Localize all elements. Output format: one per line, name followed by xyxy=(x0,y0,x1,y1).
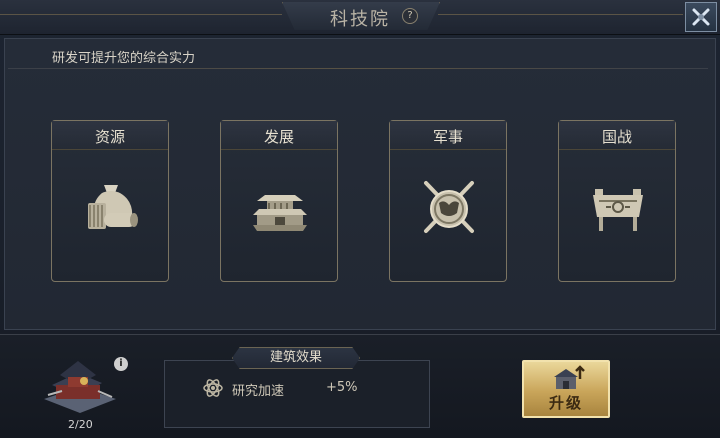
category-card-development[interactable]: 发展 xyxy=(220,120,338,282)
upgrade-label: 升级 xyxy=(548,394,583,412)
research-atom-icon xyxy=(203,379,223,397)
card-label: 国战 xyxy=(601,128,632,146)
category-card-national-war[interactable]: 国战 xyxy=(558,120,676,282)
close-icon xyxy=(692,8,710,26)
card-label: 发展 xyxy=(263,128,294,146)
building-level: 2/20 xyxy=(68,418,93,431)
effect-value: +5% xyxy=(326,380,358,395)
upgrade-building-icon xyxy=(554,365,585,389)
help-icon[interactable]: ? xyxy=(402,8,418,24)
effect-name: 研究加速 xyxy=(232,384,285,399)
category-card-resources[interactable]: 资源 xyxy=(51,120,169,282)
title-ornament-left xyxy=(0,14,282,15)
crossed-swords-shield-icon xyxy=(424,181,474,233)
effect-header: 建筑效果 xyxy=(232,347,360,369)
divider xyxy=(8,68,708,69)
upgrade-button[interactable]: 升级 xyxy=(522,360,610,418)
card-label: 军事 xyxy=(432,128,463,146)
bronze-cauldron-icon xyxy=(593,189,643,231)
window-title: 科技院 xyxy=(330,9,390,30)
card-label: 资源 xyxy=(94,128,125,146)
title-ornament-right xyxy=(438,14,683,15)
category-card-military[interactable]: 军事 xyxy=(389,120,507,282)
palace-icon xyxy=(253,195,307,231)
info-icon[interactable]: i xyxy=(114,357,128,371)
close-button[interactable] xyxy=(685,2,717,32)
academy-building-icon[interactable] xyxy=(38,355,120,417)
panel-subtitle: 研发可提升您的综合实力 xyxy=(52,51,196,66)
resource-sack-icon xyxy=(88,185,138,229)
title-bar: 科技院 ? xyxy=(0,0,720,35)
